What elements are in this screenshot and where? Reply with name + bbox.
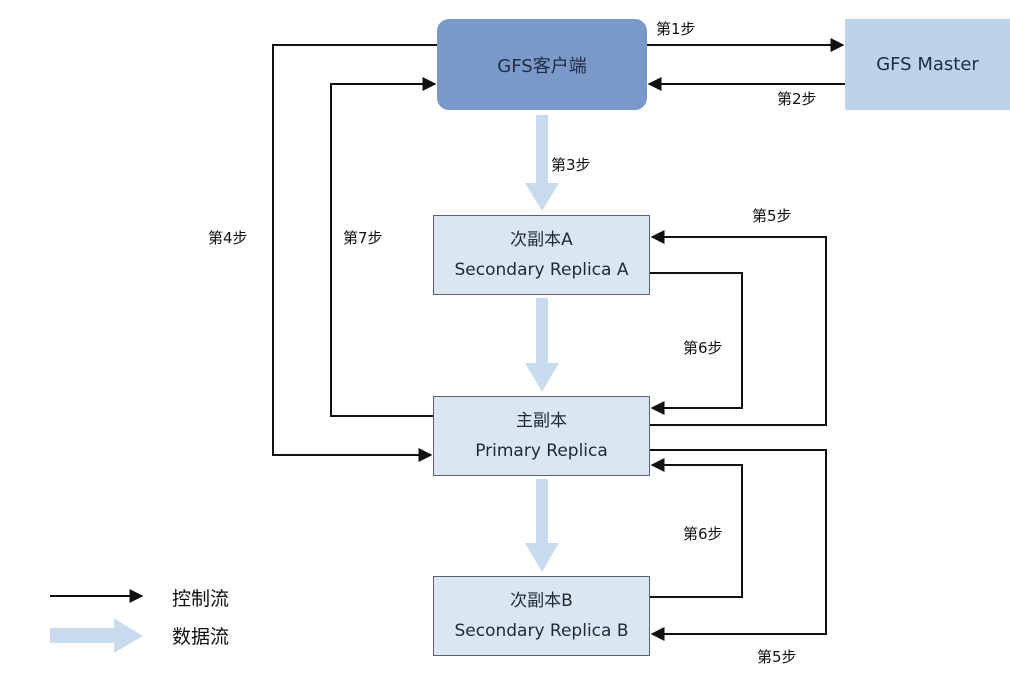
step3-label: 第3步 <box>551 156 591 174</box>
legend-data-flow-label: 数据流 <box>172 626 230 648</box>
secondary-replica-b-subtitle: Secondary Replica B <box>454 621 629 641</box>
control-arrow-step5-to-a <box>650 230 827 426</box>
gfs-master-label: GFS Master <box>876 54 979 75</box>
secondary-replica-a-subtitle: Secondary Replica A <box>454 260 629 280</box>
primary-replica-node: 主副本 Primary Replica <box>433 396 650 476</box>
secondary-replica-a-node: 次副本A Secondary Replica A <box>433 215 650 295</box>
step2-label: 第2步 <box>777 90 817 108</box>
data-arrow-secondary-a-to-primary <box>525 298 559 392</box>
step7-label: 第7步 <box>343 229 383 247</box>
step4-label: 第4步 <box>208 229 248 247</box>
control-arrow-step5-to-b <box>650 449 827 641</box>
gfs-client-label: GFS客户端 <box>497 55 587 77</box>
step6-top-label: 第6步 <box>683 339 723 357</box>
step1-label: 第1步 <box>656 20 696 38</box>
data-arrow-primary-to-secondary-b <box>525 479 559 572</box>
secondary-replica-a-name: 次副本A <box>510 230 573 250</box>
secondary-replica-b-node: 次副本B Secondary Replica B <box>433 576 650 656</box>
gfs-master-node: GFS Master <box>845 19 1010 110</box>
data-flow-arrows <box>525 115 559 572</box>
control-arrow-step7 <box>330 77 437 417</box>
gfs-write-flow-diagram: GFS客户端 GFS Master 次副本A Secondary Replica… <box>0 0 1010 686</box>
primary-replica-name: 主副本 <box>516 411 567 431</box>
gfs-client-node: GFS客户端 <box>437 19 647 110</box>
legend-control-flow-label: 控制流 <box>172 588 230 610</box>
legend-symbols <box>50 589 144 653</box>
step5-top-label: 第5步 <box>752 207 792 225</box>
step6-bottom-label: 第6步 <box>683 525 723 543</box>
step5-bottom-label: 第5步 <box>757 648 797 666</box>
control-arrow-step4 <box>272 44 437 462</box>
legend-data-arrow-icon <box>50 618 143 653</box>
primary-replica-subtitle: Primary Replica <box>475 441 608 461</box>
control-flow-arrows <box>272 38 845 641</box>
secondary-replica-b-name: 次副本B <box>510 591 573 611</box>
